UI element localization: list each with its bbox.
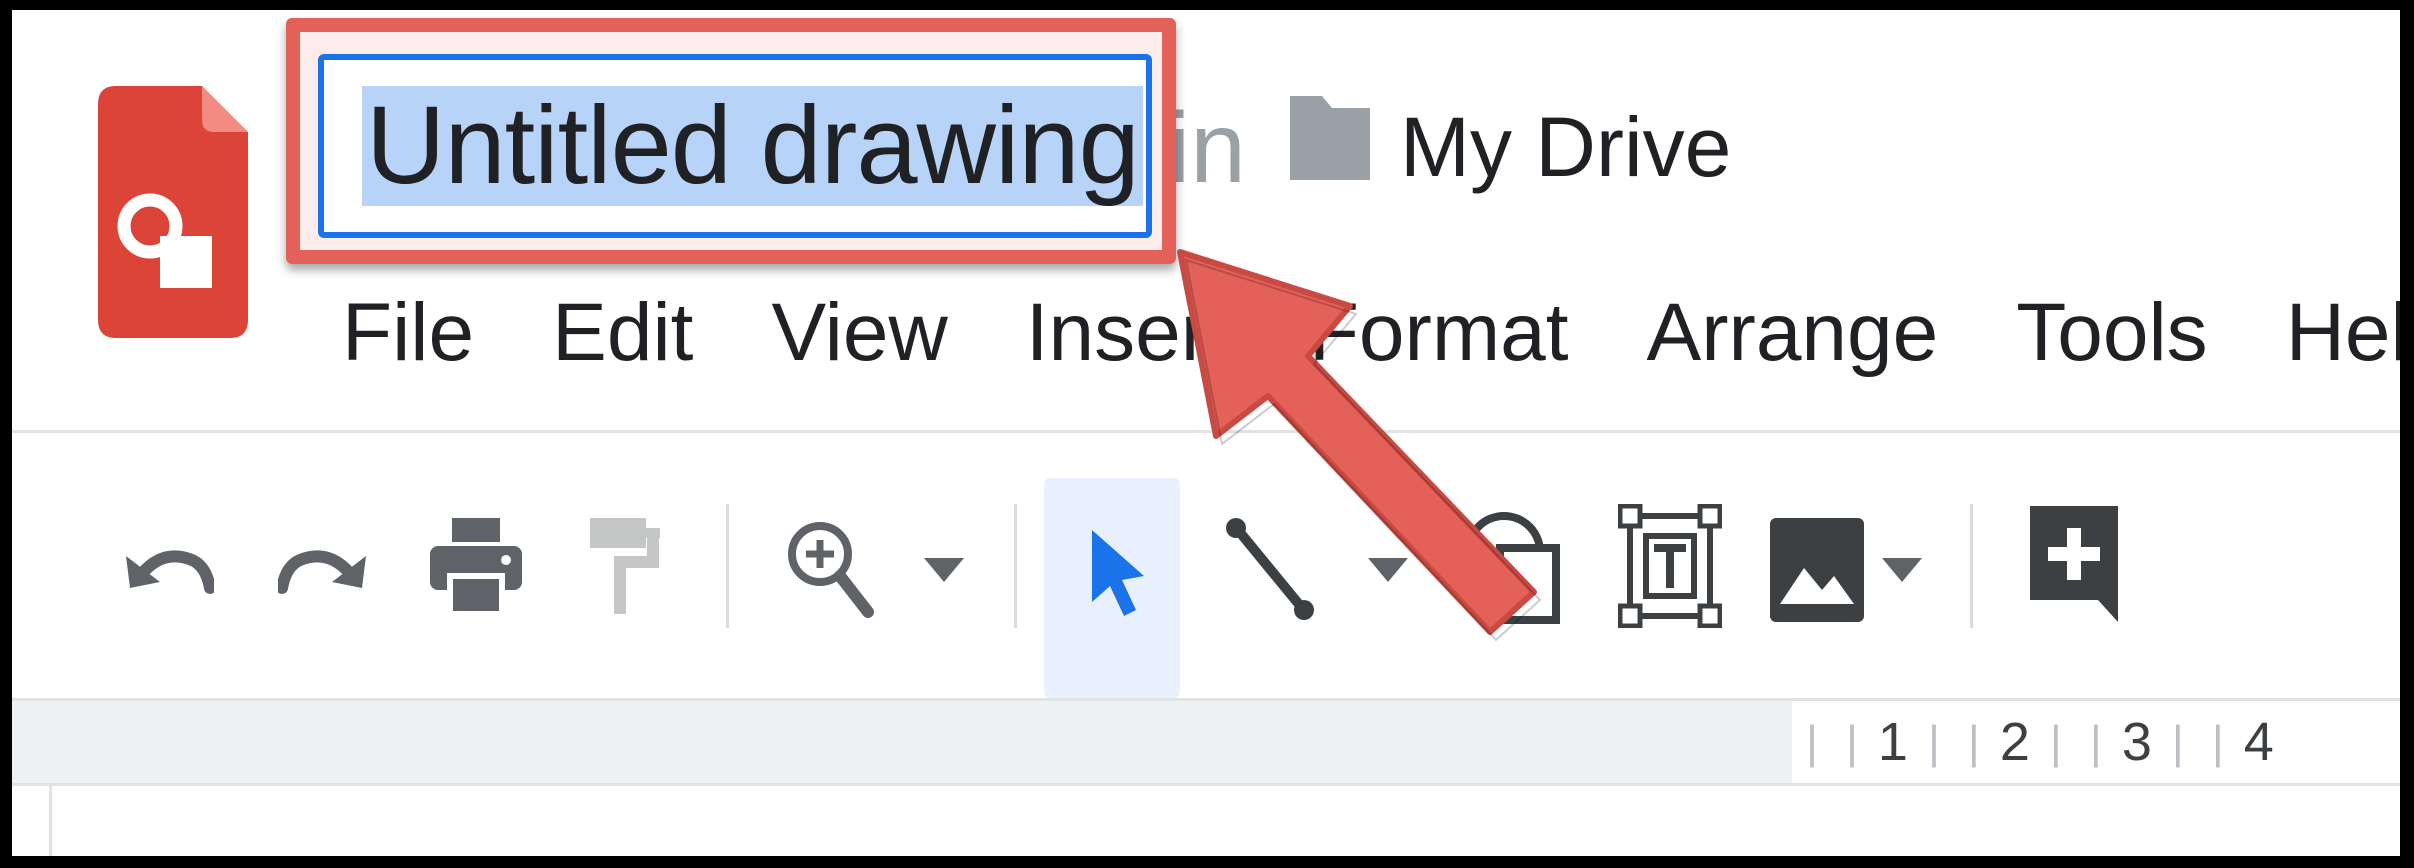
zoom-dropdown-icon[interactable] — [924, 558, 964, 582]
undo-icon[interactable] — [122, 530, 214, 600]
toolbar-separator — [1014, 504, 1017, 628]
app-window: Untitled drawing in My Drive File Edit V… — [12, 10, 2400, 856]
image-dropdown-icon[interactable] — [1882, 558, 1922, 582]
menu-edit[interactable]: Edit — [552, 286, 693, 380]
ruler-label: 1 — [1877, 712, 1908, 772]
horizontal-ruler[interactable]: | | 1 | | 2 | | 3 | | 4 — [1792, 698, 2400, 786]
drawings-logo-icon[interactable] — [98, 86, 248, 338]
ruler-label: 2 — [1999, 712, 2030, 772]
ruler-label: 4 — [2243, 712, 2274, 772]
document-title-input[interactable]: Untitled drawing — [318, 54, 1152, 238]
redo-icon[interactable] — [278, 530, 370, 600]
ruler-label: 3 — [2121, 712, 2152, 772]
folder-icon[interactable] — [1290, 88, 1370, 180]
menu-tools[interactable]: Tools — [2016, 286, 2207, 380]
menu-file[interactable]: File — [342, 286, 474, 380]
menu-arrange[interactable]: Arrange — [1647, 286, 1939, 380]
canvas-left-gutter — [12, 786, 52, 856]
menu-help[interactable]: Help — [2286, 286, 2400, 380]
select-icon[interactable] — [1090, 530, 1146, 616]
location-prefix: in — [1168, 92, 1246, 204]
text-box-icon[interactable] — [1618, 504, 1722, 628]
toolbar-separator — [726, 504, 729, 628]
comment-icon[interactable] — [2030, 506, 2118, 622]
paint-format-icon[interactable] — [590, 518, 662, 614]
callout-arrow-icon — [1177, 249, 1542, 642]
zoom-icon[interactable] — [784, 518, 874, 618]
document-title-text: Untitled drawing — [362, 86, 1143, 206]
image-icon[interactable] — [1770, 518, 1864, 622]
toolbar-separator — [1970, 504, 1973, 628]
menu-view[interactable]: View — [771, 286, 947, 380]
print-icon[interactable] — [430, 518, 522, 614]
folder-name-link[interactable]: My Drive — [1400, 92, 1731, 202]
